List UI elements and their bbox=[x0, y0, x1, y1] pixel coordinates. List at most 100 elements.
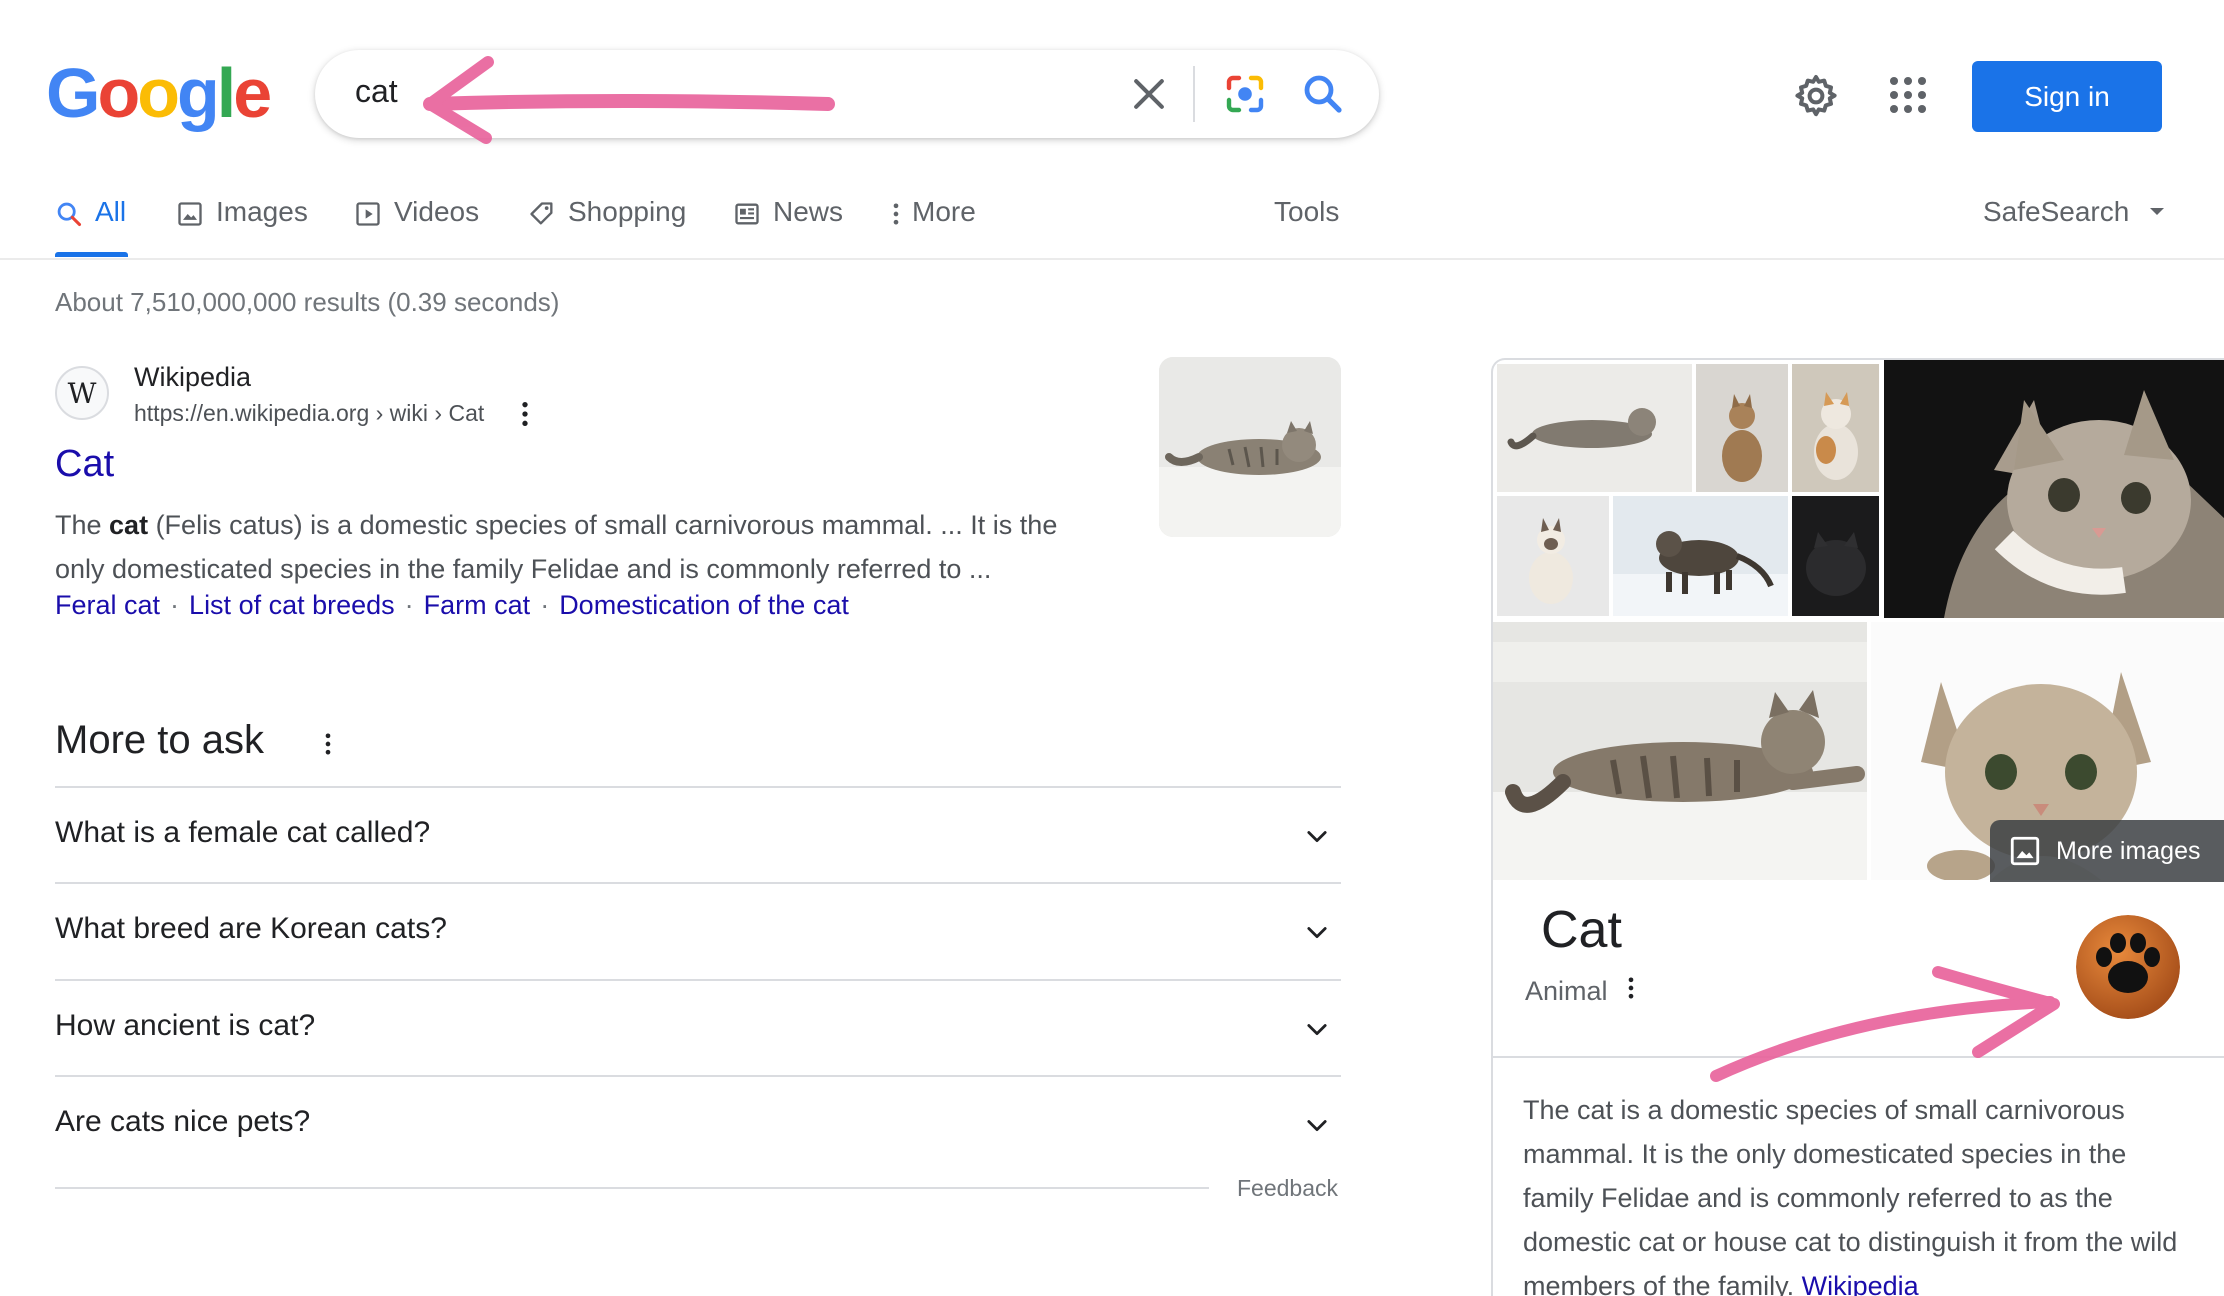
calico-cat-image bbox=[1792, 364, 1879, 492]
result-stats: About 7,510,000,000 results (0.39 second… bbox=[55, 287, 560, 317]
tab-label: More bbox=[912, 196, 976, 227]
search-divider bbox=[1193, 66, 1195, 122]
kebab-icon[interactable] bbox=[1625, 974, 1637, 1002]
google-lens-icon[interactable] bbox=[1221, 70, 1269, 118]
paw-icon[interactable] bbox=[2076, 915, 2180, 1019]
logo-letter: o bbox=[137, 54, 180, 132]
chevron-down-icon bbox=[1307, 831, 1327, 843]
question-text: Are cats nice pets? bbox=[55, 1105, 311, 1138]
separator: · bbox=[540, 590, 550, 620]
tools-button[interactable]: Tools bbox=[1274, 196, 1339, 228]
chevron-down-icon bbox=[1307, 927, 1327, 939]
separator: · bbox=[404, 590, 414, 620]
newspaper-icon bbox=[735, 203, 759, 225]
image-tile[interactable] bbox=[1613, 496, 1788, 616]
black-cat-image bbox=[1792, 496, 1879, 616]
search-box[interactable]: cat bbox=[315, 50, 1379, 138]
logo-letter: e bbox=[233, 54, 272, 132]
sign-in-button[interactable]: Sign in bbox=[1972, 61, 2162, 132]
image-icon bbox=[2010, 836, 2040, 866]
active-tab-indicator bbox=[55, 252, 128, 257]
chevron-down-icon bbox=[1307, 1024, 1327, 1036]
tab-images[interactable]: Images bbox=[176, 196, 308, 256]
result-site-name[interactable]: Wikipedia bbox=[134, 362, 251, 393]
image-tile[interactable] bbox=[1497, 364, 1692, 492]
image-tile[interactable] bbox=[1493, 622, 1867, 880]
gear-icon[interactable] bbox=[1792, 72, 1840, 120]
question-text: What is a female cat called? bbox=[55, 816, 431, 849]
kp-source-link[interactable]: Wikipedia bbox=[1802, 1271, 1919, 1296]
tab-label: News bbox=[773, 196, 844, 227]
divider bbox=[1493, 1056, 2224, 1058]
tab-all[interactable]: All bbox=[55, 196, 126, 256]
cat-closeup-image bbox=[1884, 360, 2224, 618]
question-row[interactable]: Are cats nice pets? bbox=[55, 1075, 1341, 1173]
question-row[interactable]: How ancient is cat? bbox=[55, 979, 1341, 1077]
image-icon bbox=[178, 202, 202, 226]
logo-letter: g bbox=[176, 54, 220, 132]
snippet-text: (Felis catus) is a domestic species of s… bbox=[55, 510, 1058, 584]
image-tile[interactable] bbox=[1792, 496, 1879, 616]
result-thumbnail[interactable] bbox=[1159, 357, 1341, 537]
cat-lying-image bbox=[1493, 622, 1867, 880]
wikipedia-favicon[interactable]: W bbox=[55, 366, 109, 420]
tab-label: Images bbox=[216, 196, 308, 227]
logo-letter: G bbox=[46, 54, 100, 132]
snippet-highlight: cat bbox=[109, 510, 149, 540]
search-input[interactable]: cat bbox=[355, 73, 398, 110]
apps-grid-icon[interactable] bbox=[1887, 74, 1929, 116]
search-icon bbox=[57, 202, 82, 227]
tab-label: Videos bbox=[394, 196, 480, 227]
image-tile[interactable] bbox=[1792, 364, 1879, 492]
tab-more[interactable]: More bbox=[888, 196, 976, 256]
question-text: What breed are Korean cats? bbox=[55, 912, 447, 945]
more-images-label: More images bbox=[2056, 836, 2201, 865]
close-icon[interactable] bbox=[1127, 72, 1171, 116]
kp-description-text: The cat is a domestic species of small c… bbox=[1523, 1095, 2178, 1296]
google-logo[interactable]: Google bbox=[46, 58, 272, 128]
more-images-button[interactable]: More images bbox=[1990, 820, 2224, 882]
image-tile[interactable] bbox=[1696, 364, 1788, 492]
cat-sitting-image bbox=[1696, 364, 1788, 492]
question-row[interactable]: What breed are Korean cats? bbox=[55, 882, 1341, 980]
sitelink[interactable]: List of cat breeds bbox=[189, 590, 395, 621]
logo-letter: l bbox=[216, 54, 237, 132]
tab-shopping[interactable]: Shopping bbox=[528, 196, 686, 256]
result-title-link[interactable]: Cat bbox=[55, 443, 114, 486]
question-text: How ancient is cat? bbox=[55, 1009, 316, 1042]
caret-down-icon bbox=[2150, 208, 2165, 215]
kebab-icon[interactable] bbox=[322, 730, 334, 758]
cat-in-snow-image bbox=[1613, 496, 1788, 616]
separator: · bbox=[170, 590, 180, 620]
result-options-kebab-icon[interactable] bbox=[518, 398, 532, 430]
header-divider bbox=[0, 258, 2224, 260]
cat-lying-image bbox=[1497, 364, 1692, 492]
image-tile[interactable] bbox=[1884, 360, 2224, 618]
tab-videos[interactable]: Videos bbox=[354, 196, 479, 256]
sitelink[interactable]: Feral cat bbox=[55, 590, 160, 621]
result-url[interactable]: https://en.wikipedia.org › wiki › Cat bbox=[134, 400, 484, 427]
sitelink[interactable]: Domestication of the cat bbox=[559, 590, 849, 621]
tab-news[interactable]: News bbox=[733, 196, 843, 256]
kp-title: Cat bbox=[1541, 901, 1622, 959]
chevron-down-icon bbox=[1307, 1120, 1327, 1132]
search-icon[interactable] bbox=[1299, 70, 1347, 118]
safesearch-dropdown[interactable]: SafeSearch bbox=[1983, 196, 2167, 228]
tab-label: Shopping bbox=[568, 196, 687, 227]
play-icon bbox=[356, 202, 380, 226]
snippet-text: The bbox=[55, 510, 110, 540]
result-snippet: The cat (Felis catus) is a domestic spec… bbox=[55, 503, 1105, 591]
siamese-cat-image bbox=[1497, 496, 1609, 616]
cat-lying-image bbox=[1159, 357, 1341, 537]
knowledge-panel: More images Cat Animal The cat is a dome… bbox=[1491, 358, 2224, 1296]
image-tile[interactable] bbox=[1497, 496, 1609, 616]
safesearch-label: SafeSearch bbox=[1983, 196, 2130, 227]
more-to-ask-heading: More to ask bbox=[55, 718, 264, 762]
divider bbox=[55, 1187, 1209, 1189]
logo-letter: o bbox=[97, 54, 140, 132]
kp-subtitle: Animal bbox=[1525, 976, 1608, 1006]
feedback-link[interactable]: Feedback bbox=[1237, 1175, 1338, 1202]
kp-description: The cat is a domestic species of small c… bbox=[1523, 1088, 2203, 1296]
question-row[interactable]: What is a female cat called? bbox=[55, 786, 1341, 884]
sitelink[interactable]: Farm cat bbox=[424, 590, 531, 621]
